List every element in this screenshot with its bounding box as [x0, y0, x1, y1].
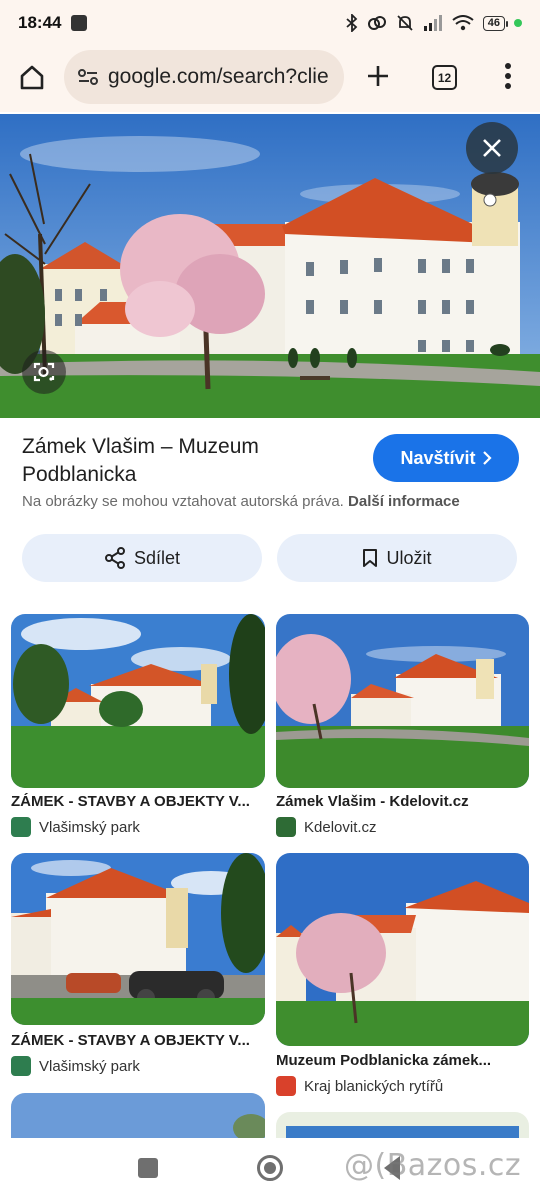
plus-icon [368, 66, 388, 86]
related-source-name: Vlašimský park [39, 1057, 140, 1075]
related-source-name: Kraj blanických rytířů [304, 1077, 444, 1095]
close-button[interactable] [466, 122, 518, 174]
privacy-indicator-dot [514, 19, 522, 27]
share-button[interactable]: Sdílet [22, 534, 262, 582]
home-button[interactable] [16, 61, 48, 93]
related-source: Vlašimský park [11, 817, 140, 837]
save-label: Uložit [386, 547, 432, 568]
bluetooth-icon [346, 14, 358, 32]
related-title[interactable]: ZÁMEK - STAVBY A OBJEKTY V... [11, 793, 267, 810]
notification-app-icon [71, 15, 88, 31]
save-button[interactable]: Uložit [277, 534, 517, 582]
copyright-notice: Na obrázky se mohou vztahovat autorská p… [22, 493, 522, 510]
related-thumbnail[interactable] [276, 1112, 529, 1138]
link-icon [367, 14, 387, 32]
home-icon [20, 65, 44, 90]
status-bar: 18:44 46 [0, 0, 540, 46]
related-thumbnail[interactable] [11, 614, 265, 788]
bookmark-icon [363, 549, 378, 567]
status-time: 18:44 [18, 13, 62, 32]
status-icons: 46 [346, 14, 522, 32]
signal-icon [423, 15, 443, 31]
related-source: Kraj blanických rytířů [276, 1076, 443, 1096]
knight-favicon-icon [276, 1076, 296, 1096]
site-settings-icon [78, 69, 98, 85]
watermark: @(Bazos.cz [344, 1148, 522, 1183]
related-thumbnail[interactable] [276, 614, 529, 788]
related-thumbnail[interactable] [11, 853, 265, 1025]
recents-button[interactable] [138, 1158, 158, 1178]
kdelovit-favicon-icon [276, 817, 296, 837]
related-title[interactable]: Muzeum Podblanicka zámek... [276, 1052, 532, 1069]
url-text: google.com/search?clie [108, 65, 329, 88]
share-label: Sdílet [133, 547, 181, 568]
close-icon [483, 139, 501, 157]
lens-search-button[interactable] [22, 350, 66, 394]
wifi-icon [452, 15, 474, 31]
address-bar[interactable]: google.com/search?clie [64, 50, 344, 104]
related-thumbnail[interactable] [11, 1093, 265, 1138]
home-nav-button[interactable] [257, 1155, 283, 1181]
new-tab-button[interactable] [362, 60, 394, 92]
more-info-link[interactable]: Další informace [348, 493, 460, 510]
overflow-menu-button[interactable] [494, 60, 522, 92]
lens-icon [33, 362, 55, 382]
related-thumbnail[interactable] [276, 853, 529, 1046]
related-title[interactable]: Zámek Vlašim - Kdelovit.cz [276, 793, 532, 810]
tab-switcher-button[interactable]: 12 [432, 65, 457, 90]
visit-button[interactable]: Navštívit [373, 434, 519, 482]
browser-toolbar: google.com/search?clie 12 [0, 46, 540, 112]
mute-bell-icon [396, 14, 414, 32]
hero-image[interactable] [0, 114, 540, 418]
battery-indicator: 46 [482, 15, 509, 31]
park-favicon-icon [11, 1056, 31, 1076]
related-source: Kdelovit.cz [276, 817, 377, 837]
result-title[interactable]: Zámek Vlašim – Muzeum Podblanicka [22, 433, 362, 489]
chevron-right-icon [482, 451, 492, 465]
park-favicon-icon [11, 817, 31, 837]
related-title[interactable]: ZÁMEK - STAVBY A OBJEKTY V... [11, 1032, 267, 1049]
related-source-name: Kdelovit.cz [304, 818, 377, 836]
visit-label: Navštívit [400, 447, 476, 468]
more-vert-icon [505, 63, 511, 89]
copyright-text: Na obrázky se mohou vztahovat autorská p… [22, 493, 344, 510]
related-source-name: Vlašimský park [39, 818, 140, 836]
related-source: Vlašimský park [11, 1056, 140, 1076]
share-icon [104, 547, 125, 569]
